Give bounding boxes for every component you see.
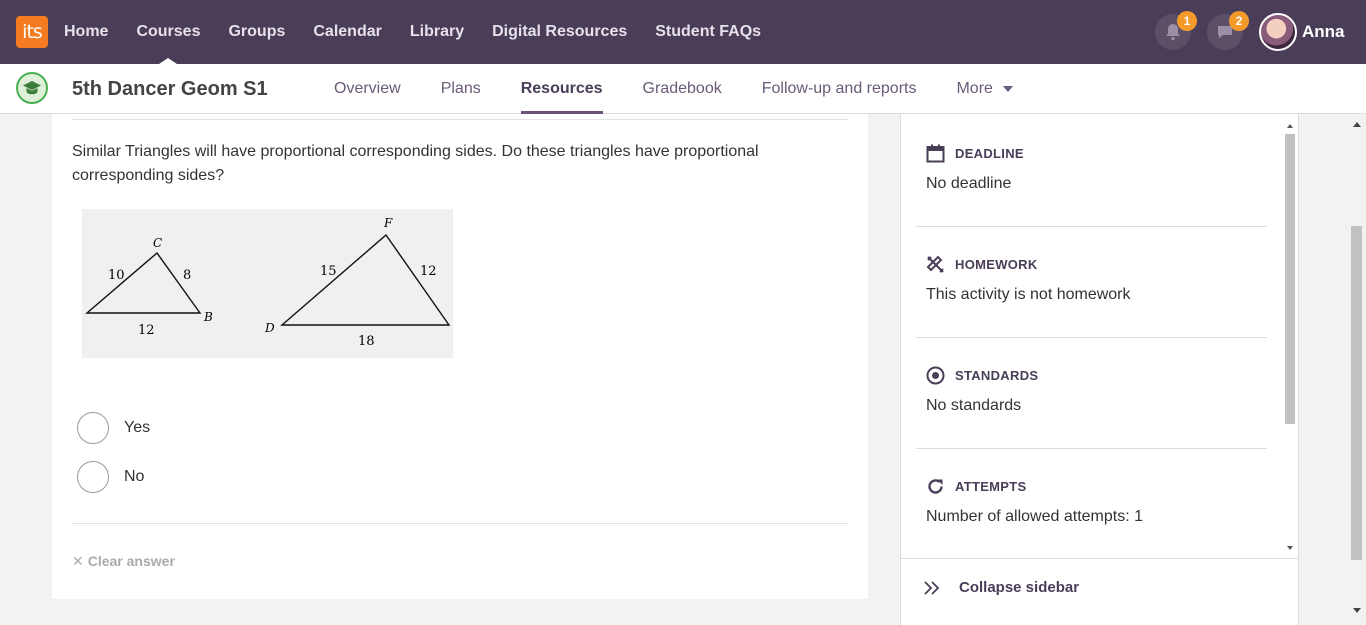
- tab-follow-up-and-reports[interactable]: Follow-up and reports: [762, 64, 917, 114]
- clear-answer-button[interactable]: ✕ Clear answer: [72, 553, 175, 570]
- user-name[interactable]: Anna: [1302, 0, 1345, 64]
- tab-resources[interactable]: Resources: [520, 64, 603, 114]
- vertex-d-label: D: [264, 321, 275, 335]
- nav-home[interactable]: Home: [64, 0, 108, 64]
- option-yes-label: Yes: [124, 419, 151, 436]
- similar-triangles-diagram: C B 10 8 12 F D 15 12 18: [85, 216, 451, 349]
- caret-down-icon: [1002, 85, 1013, 92]
- nav-courses[interactable]: Courses: [136, 0, 200, 64]
- side-label-18: 18: [358, 334, 375, 349]
- deadline-title: DEADLINE: [955, 146, 1024, 161]
- vertex-b-label: B: [203, 310, 213, 324]
- close-icon: ✕: [72, 553, 84, 569]
- divider: [72, 523, 848, 524]
- radio-no[interactable]: [77, 461, 109, 493]
- double-chevron-right-icon: [924, 580, 940, 595]
- top-navigation-bar: its Home Courses Groups Calendar Library…: [0, 0, 1366, 64]
- attempts-title: ATTEMPTS: [955, 479, 1027, 494]
- tab-overview[interactable]: Overview: [334, 64, 401, 114]
- tab-more-label: More: [956, 80, 993, 97]
- messages-badge: 2: [1229, 11, 1249, 31]
- tab-plans[interactable]: Plans: [441, 64, 481, 114]
- course-title: 5th Dancer Geom S1: [72, 78, 268, 100]
- app-logo[interactable]: its: [16, 16, 48, 48]
- nav-calendar[interactable]: Calendar: [313, 0, 381, 64]
- refresh-icon: [928, 479, 943, 494]
- deadline-value: No deadline: [926, 175, 1012, 192]
- scroll-down-icon[interactable]: [1287, 546, 1293, 550]
- collapse-sidebar-button[interactable]: Collapse sidebar: [923, 579, 1079, 596]
- sidebar-scrollbar[interactable]: [1284, 122, 1296, 550]
- course-tabs: Overview Plans Resources Gradebook Follo…: [334, 64, 1053, 114]
- scroll-up-icon[interactable]: [1287, 124, 1293, 128]
- vertex-c-label: C: [153, 236, 162, 250]
- ruler-pencil-icon: [926, 255, 944, 273]
- notifications-button[interactable]: 1: [1155, 11, 1197, 50]
- deadline-section: DEADLINE No deadline: [916, 114, 1267, 227]
- nav-library[interactable]: Library: [410, 0, 464, 64]
- triangle-def: [280, 233, 451, 326]
- homework-value: This activity is not homework: [926, 286, 1131, 303]
- standards-value: No standards: [926, 397, 1022, 414]
- divider: [72, 119, 848, 120]
- option-no-label: No: [124, 468, 145, 485]
- calendar-icon: [926, 144, 945, 163]
- clear-answer-label: Clear answer: [87, 553, 175, 569]
- sidebar-scroll-thumb[interactable]: [1285, 134, 1295, 424]
- side-label-10: 10: [108, 268, 125, 283]
- main-nav: Home Courses Groups Calendar Library Dig…: [64, 0, 789, 64]
- notifications-badge: 1: [1177, 11, 1197, 31]
- nav-student-faqs[interactable]: Student FAQs: [655, 0, 761, 64]
- attempts-section: ATTEMPTS Number of allowed attempts: 1: [916, 449, 1267, 554]
- option-yes[interactable]: Yes: [77, 412, 150, 444]
- graduation-cap-icon: [23, 81, 41, 95]
- side-label-15: 15: [320, 264, 337, 279]
- side-label-12b: 12: [420, 264, 437, 279]
- radio-yes[interactable]: [77, 412, 109, 444]
- side-label-12: 12: [138, 323, 155, 338]
- tab-more[interactable]: More: [956, 64, 1013, 114]
- homework-title: HOMEWORK: [955, 257, 1038, 272]
- standards-section: STANDARDS No standards: [916, 338, 1267, 449]
- question-card: Similar Triangles will have proportional…: [52, 114, 868, 599]
- nav-groups[interactable]: Groups: [228, 0, 285, 64]
- option-no[interactable]: No: [77, 461, 144, 493]
- vertex-f-label: F: [383, 216, 393, 230]
- question-text: Similar Triangles will have proportional…: [72, 143, 759, 184]
- homework-section: HOMEWORK This activity is not homework: [916, 227, 1267, 338]
- scroll-down-icon[interactable]: [1353, 608, 1361, 613]
- side-label-8: 8: [183, 268, 191, 283]
- activity-sidebar: DEADLINE No deadline HOMEWORK This activ…: [900, 114, 1299, 625]
- page-scroll-thumb[interactable]: [1351, 226, 1362, 560]
- standards-title: STANDARDS: [955, 368, 1039, 383]
- user-avatar[interactable]: [1259, 13, 1297, 51]
- course-icon: [16, 72, 48, 104]
- attempts-value: Number of allowed attempts: 1: [926, 508, 1143, 525]
- collapse-sidebar-label: Collapse sidebar: [959, 579, 1080, 596]
- page-scrollbar[interactable]: [1349, 114, 1366, 625]
- triangle-abc: [85, 251, 202, 314]
- tab-gradebook[interactable]: Gradebook: [643, 64, 722, 114]
- course-header: 5th Dancer Geom S1 Overview Plans Resour…: [0, 64, 1366, 114]
- target-icon: [926, 366, 945, 385]
- triangles-figure: C B 10 8 12 F D 15 12 18: [82, 209, 453, 358]
- nav-digital-resources[interactable]: Digital Resources: [492, 0, 627, 64]
- scroll-up-icon[interactable]: [1353, 122, 1361, 127]
- collapse-sidebar-bar: Collapse sidebar: [901, 558, 1298, 625]
- messages-button[interactable]: 2: [1207, 11, 1249, 50]
